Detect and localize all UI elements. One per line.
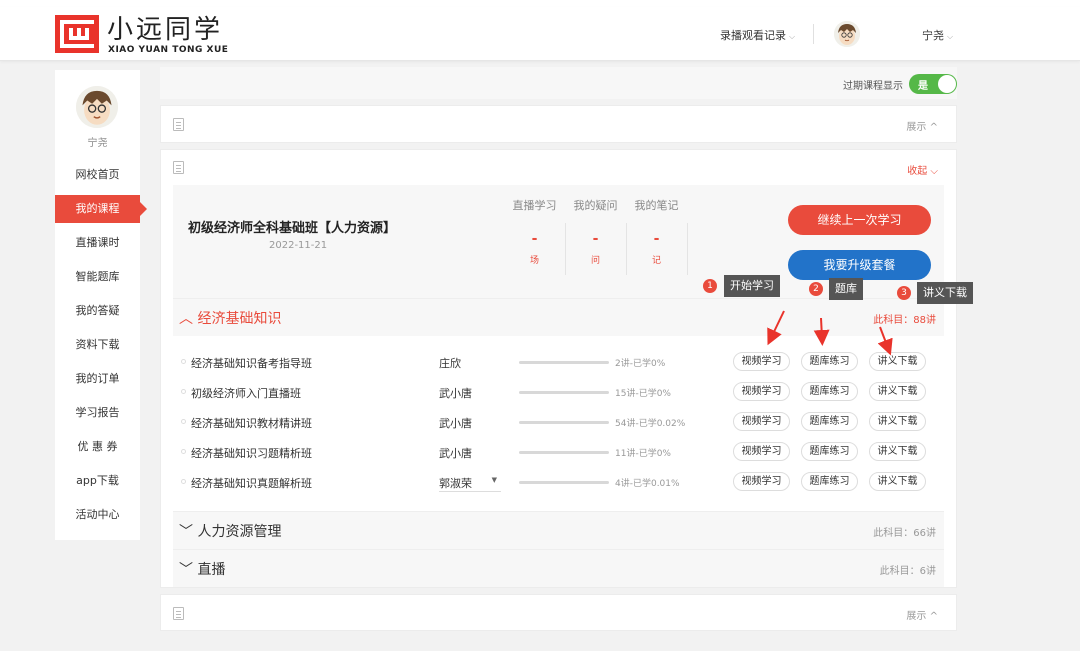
arrow-icon xyxy=(877,326,893,356)
arrow-icon xyxy=(767,310,785,346)
annotation-arrows xyxy=(767,310,893,356)
arrow-icon xyxy=(813,317,830,346)
